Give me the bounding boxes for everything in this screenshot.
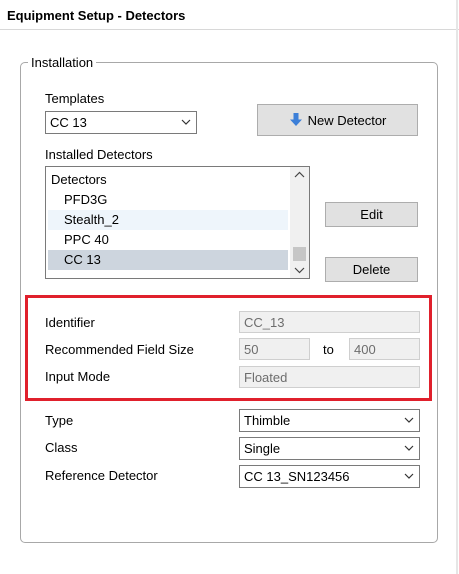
new-detector-label: New Detector	[307, 112, 387, 128]
type-label: Type	[45, 413, 74, 428]
list-item-pfd3g[interactable]: PFD3G	[48, 190, 288, 210]
window-title: Equipment Setup - Detectors	[7, 8, 186, 23]
installed-detectors-listbox[interactable]: Detectors PFD3G Stealth_2 PPC 40 CC 13	[45, 166, 310, 279]
list-item-ppc-40[interactable]: PPC 40	[48, 230, 288, 250]
chevron-down-icon	[404, 473, 414, 479]
class-combobox[interactable]: Single	[239, 437, 420, 460]
type-value: Thimble	[244, 413, 291, 428]
installation-group-label: Installation	[28, 55, 97, 70]
class-label: Class	[45, 440, 78, 455]
class-value: Single	[244, 441, 281, 456]
templates-label: Templates	[45, 91, 105, 106]
scroll-thumb[interactable]	[293, 247, 306, 261]
list-header: Detectors	[51, 172, 107, 187]
reference-detector-label: Reference Detector	[45, 468, 158, 483]
chevron-down-icon	[181, 119, 191, 125]
installed-detectors-label: Installed Detectors	[45, 147, 153, 162]
highlight-box	[25, 295, 432, 401]
reference-detector-combobox[interactable]: CC 13_SN123456	[239, 465, 420, 488]
scroll-up-icon[interactable]	[294, 171, 305, 179]
edit-button[interactable]: Edit	[325, 202, 418, 227]
list-item-cc-13[interactable]: CC 13	[48, 250, 288, 270]
arrow-down-icon	[289, 113, 302, 126]
chevron-down-icon	[404, 417, 414, 423]
delete-button[interactable]: Delete	[325, 257, 418, 282]
window-edge	[456, 0, 458, 574]
list-item-stealth-2[interactable]: Stealth_2	[48, 210, 288, 230]
templates-value: CC 13	[50, 115, 87, 130]
reference-detector-value: CC 13_SN123456	[244, 469, 350, 484]
chevron-down-icon	[404, 445, 414, 451]
new-detector-button[interactable]: New Detector	[257, 104, 418, 136]
scroll-down-icon[interactable]	[294, 266, 305, 274]
list-scrollbar[interactable]	[290, 167, 309, 278]
templates-combobox[interactable]: CC 13	[45, 111, 197, 134]
type-combobox[interactable]: Thimble	[239, 409, 420, 432]
title-separator	[0, 29, 459, 30]
